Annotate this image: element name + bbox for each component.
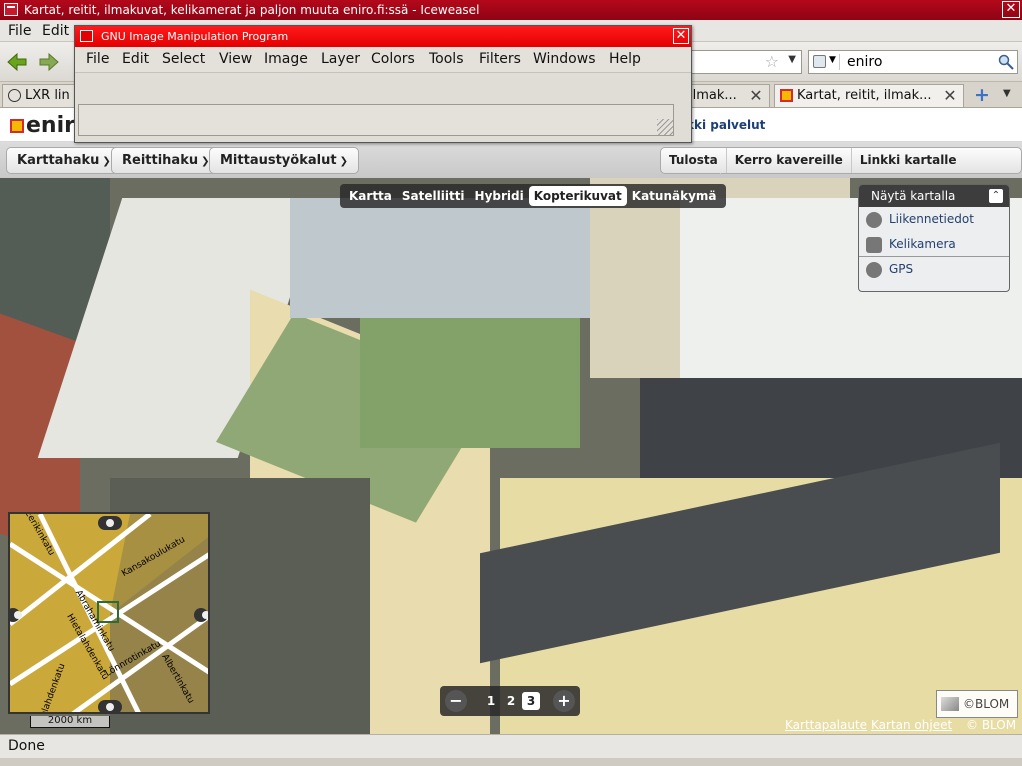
tab-close-icon[interactable]: ✕ bbox=[749, 88, 763, 104]
chevron-down-icon: ▼ bbox=[829, 55, 836, 65]
gimp-title-bar[interactable]: GNU Image Manipulation Program ✕ bbox=[75, 26, 691, 47]
reittihaku-button[interactable]: Reittihaku ❯ bbox=[111, 147, 221, 174]
aerial-map[interactable]: Kartta Satelliitti Hybridi Kopterikuvat … bbox=[0, 178, 1022, 734]
eniro-favicon-icon bbox=[780, 89, 793, 102]
blom-cube-icon bbox=[941, 697, 959, 711]
gimp-empty-canvas[interactable] bbox=[78, 104, 674, 136]
tab-label: LXR lin bbox=[25, 88, 70, 103]
tab-label: ilmak... bbox=[689, 88, 737, 103]
gimp-menu-image[interactable]: Image bbox=[264, 51, 308, 67]
eye-icon[interactable] bbox=[194, 608, 208, 622]
search-input[interactable] bbox=[847, 53, 987, 71]
view-katunakyma[interactable]: Katunäkymä bbox=[627, 186, 722, 206]
traffic-light-icon bbox=[866, 212, 882, 228]
map-building bbox=[290, 198, 590, 318]
eye-icon[interactable] bbox=[98, 516, 122, 530]
gimp-window-menu-icon[interactable] bbox=[80, 30, 93, 42]
window-title: Kartat, reitit, ilmakuvat, kelikamerat j… bbox=[24, 3, 480, 17]
new-tab-plus-icon[interactable]: + bbox=[974, 84, 990, 106]
gimp-menu-view[interactable]: View bbox=[219, 51, 252, 67]
map-help-link[interactable]: Kartan ohjeet bbox=[871, 716, 952, 734]
status-text: Done bbox=[8, 738, 45, 754]
map-feedback-link[interactable]: Karttapalaute bbox=[785, 716, 867, 734]
gimp-menu-file[interactable]: File bbox=[86, 51, 109, 67]
gimp-menu-tools[interactable]: Tools bbox=[429, 51, 464, 67]
eniro-logo[interactable]: enir bbox=[10, 113, 75, 138]
gps-item[interactable]: GPS bbox=[859, 257, 1009, 282]
link-to-map-button[interactable]: Linkki kartalle bbox=[850, 148, 965, 173]
tell-friends-button[interactable]: Kerro kavereille bbox=[725, 148, 851, 173]
zoom-in-icon[interactable]: + bbox=[553, 690, 575, 712]
gimp-menu-colors[interactable]: Colors bbox=[371, 51, 415, 67]
gimp-close-button[interactable]: ✕ bbox=[673, 28, 689, 44]
map-footer: Karttapalaute Kartan ohjeet © BLOM bbox=[0, 716, 1022, 734]
gps-icon bbox=[866, 262, 882, 278]
window-menu-icon[interactable] bbox=[4, 3, 18, 16]
view-mode-switcher: Kartta Satelliitti Hybridi Kopterikuvat … bbox=[340, 184, 726, 208]
karttahaku-button[interactable]: Karttahaku ❯ bbox=[6, 147, 122, 174]
mittaustyokalut-button[interactable]: Mittaustyökalut ❯ bbox=[209, 147, 359, 174]
tab-close-icon[interactable]: ✕ bbox=[943, 88, 957, 104]
zoom-level-3[interactable]: 3 bbox=[522, 692, 540, 710]
tab-label: Kartat, reitit, ilmak... bbox=[797, 88, 932, 103]
search-bar: ▼ bbox=[808, 50, 1018, 74]
tab-kartat[interactable]: Kartat, reitit, ilmak... ✕ bbox=[774, 84, 964, 107]
map-building bbox=[360, 298, 580, 448]
collapse-chevron-icon[interactable]: ⌃ bbox=[989, 189, 1003, 203]
search-engine-selector[interactable]: ▼ bbox=[812, 54, 840, 70]
print-button[interactable]: Tulosta bbox=[661, 148, 726, 173]
zoom-out-icon[interactable]: − bbox=[445, 690, 467, 712]
weather-camera-item[interactable]: Kelikamera bbox=[859, 232, 1009, 257]
search-engine-icon bbox=[813, 55, 826, 68]
browser-title-bar: Kartat, reitit, ilmakuvat, kelikamerat j… bbox=[0, 0, 1022, 20]
view-kopterikuvat[interactable]: Kopterikuvat bbox=[528, 186, 627, 206]
chevron-down-icon: ❯ bbox=[102, 156, 111, 167]
zoom-level-2[interactable]: 2 bbox=[502, 692, 520, 710]
gimp-menu-select[interactable]: Select bbox=[162, 51, 205, 67]
search-icon[interactable] bbox=[998, 54, 1014, 70]
eye-icon[interactable] bbox=[98, 700, 122, 712]
gimp-menu-help[interactable]: Help bbox=[609, 51, 641, 67]
tab-lxr[interactable]: LXR lin bbox=[2, 84, 76, 107]
gimp-menu-filters[interactable]: Filters bbox=[479, 51, 521, 67]
gimp-menubar: File Edit Select View Image Layer Colors… bbox=[75, 47, 691, 73]
status-bar: Done bbox=[0, 734, 1022, 758]
lxr-favicon-icon bbox=[8, 89, 21, 102]
show-on-map-panel: Näytä kartalla ⌃ Liikennetiedot Kelikamer… bbox=[858, 184, 1010, 292]
chevron-down-icon: ❯ bbox=[339, 156, 348, 167]
forward-arrow-icon[interactable] bbox=[38, 52, 60, 72]
overview-minimap[interactable]: Eerikinkatu Kansakoulukatu Abrahaminkatu… bbox=[8, 512, 210, 714]
window-close-button[interactable]: ✕ bbox=[1002, 1, 1020, 18]
bookmark-star-icon[interactable]: ☆ bbox=[765, 52, 779, 71]
back-arrow-icon[interactable] bbox=[6, 52, 28, 72]
traffic-info-item[interactable]: Liikennetiedot bbox=[859, 207, 1009, 232]
view-hybridi[interactable]: Hybridi bbox=[470, 186, 529, 206]
share-tools: Tulosta Kerro kavereille Linkki kartalle… bbox=[660, 147, 1022, 198]
view-satelliitti[interactable]: Satelliitti bbox=[397, 186, 470, 206]
camera-icon bbox=[866, 237, 882, 253]
tab-list-chevron-icon[interactable]: ▼ bbox=[1003, 88, 1011, 99]
gimp-menu-edit[interactable]: Edit bbox=[122, 51, 149, 67]
show-on-map-header[interactable]: Näytä kartalla ⌃ bbox=[859, 185, 1009, 207]
gimp-window: GNU Image Manipulation Program ✕ File Ed… bbox=[74, 25, 692, 143]
zoom-control: − 1 2 3 + bbox=[440, 686, 580, 716]
map-tools-row: Karttahaku ❯ Reittihaku ❯ Mittaustyökalut ❯… bbox=[0, 142, 1022, 198]
blom-logo: ©BLOM bbox=[936, 690, 1018, 718]
gimp-window-title: GNU Image Manipulation Program bbox=[101, 30, 289, 43]
web-page: enir kki palvelut Karttahaku ❯ Reittihaku… bbox=[0, 108, 1022, 734]
gimp-menu-layer[interactable]: Layer bbox=[321, 51, 360, 67]
url-bar[interactable]: ☆ ▼ bbox=[690, 50, 802, 74]
copyright-text: © BLOM bbox=[966, 718, 1017, 732]
menu-edit[interactable]: Edit bbox=[42, 23, 69, 39]
menu-file[interactable]: File bbox=[8, 23, 31, 39]
url-dropdown-icon[interactable]: ▼ bbox=[788, 54, 796, 65]
zoom-level-1[interactable]: 1 bbox=[482, 692, 500, 710]
view-kartta[interactable]: Kartta bbox=[344, 186, 397, 206]
gimp-menu-windows[interactable]: Windows bbox=[533, 51, 596, 67]
services-link[interactable]: kki palvelut bbox=[686, 118, 765, 132]
bottom-border bbox=[0, 758, 1022, 766]
